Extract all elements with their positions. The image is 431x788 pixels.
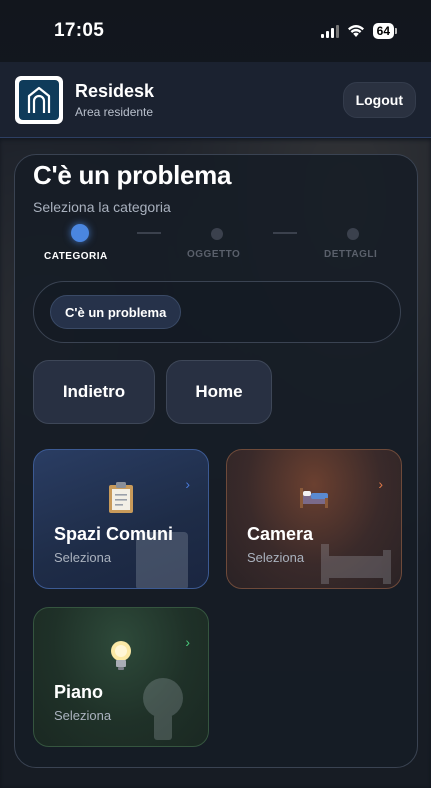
breadcrumb-chip[interactable]: C'è un problema <box>50 295 182 329</box>
page-title: C'è un problema <box>33 160 232 190</box>
lightbulb-watermark-icon <box>143 678 183 740</box>
step-label-dettagli: DETTAGLI <box>324 249 378 260</box>
category-title: Piano <box>54 682 104 702</box>
status-time: 17:05 <box>54 20 105 41</box>
brand-subtitle: Area residente <box>75 104 154 119</box>
back-button[interactable]: Indietro <box>33 360 155 424</box>
cellular-signal-icon <box>320 24 339 38</box>
bed-watermark-icon <box>321 544 391 584</box>
app-header: Residesk Area residente Logout <box>0 62 431 138</box>
step-dot-oggetto <box>211 228 223 240</box>
bed-icon <box>300 488 328 508</box>
step-connector <box>137 232 161 234</box>
category-card-piano[interactable]: › Piano Seleziona <box>33 607 209 747</box>
step-connector <box>273 232 297 234</box>
app-logo <box>15 75 63 124</box>
main-panel: C'è un problema Seleziona la categoria C… <box>14 154 418 768</box>
house-icon <box>27 86 51 113</box>
step-label-categoria: CATEGORIA <box>44 251 108 262</box>
status-bar: 17:05 64 <box>0 0 431 62</box>
chevron-right-icon: › <box>185 634 190 650</box>
step-dot-categoria <box>71 224 89 242</box>
step-label-oggetto: OGGETTO <box>187 249 241 260</box>
home-button[interactable]: Home <box>166 360 272 424</box>
chevron-right-icon: › <box>185 476 190 492</box>
category-card-spazi-comuni[interactable]: › Spazi Comuni Seleziona <box>33 449 209 589</box>
category-subtitle: Seleziona <box>54 708 112 723</box>
breadcrumb: C'è un problema <box>33 281 401 343</box>
battery-icon: 64 <box>372 23 397 39</box>
wifi-icon <box>347 25 364 37</box>
battery-level: 64 <box>372 23 394 39</box>
page-subtitle: Seleziona la categoria <box>33 199 171 215</box>
logout-button[interactable]: Logout <box>342 81 416 118</box>
category-card-camera[interactable]: › Camera Seleziona <box>226 449 402 589</box>
brand-name: Residesk <box>75 80 155 101</box>
clipboard-icon <box>109 482 133 513</box>
lightbulb-icon <box>111 641 131 670</box>
stepper: CATEGORIA OGGETTO DETTAGLI <box>15 224 419 265</box>
category-title: Camera <box>247 524 314 544</box>
category-subtitle: Seleziona <box>247 550 305 565</box>
chevron-right-icon: › <box>378 476 383 492</box>
status-icons: 64 <box>320 23 397 39</box>
category-title: Spazi Comuni <box>54 524 174 544</box>
category-subtitle: Seleziona <box>54 550 112 565</box>
step-dot-dettagli <box>347 228 359 240</box>
